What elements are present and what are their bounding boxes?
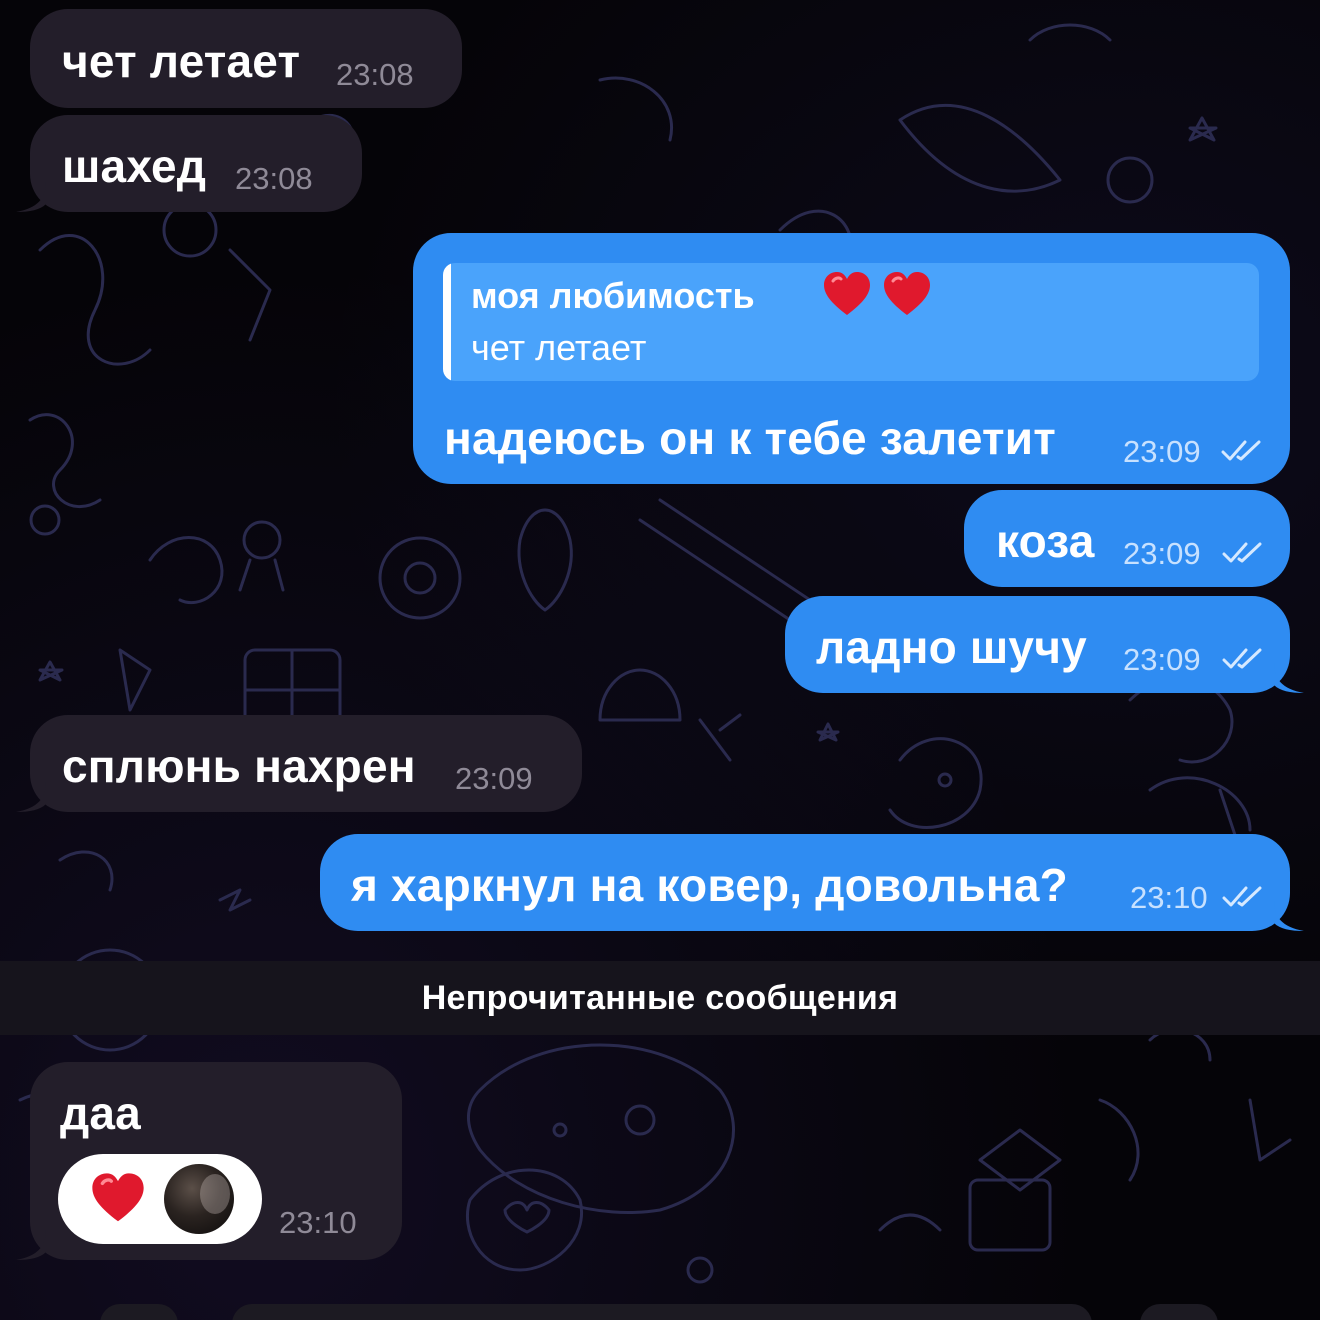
reply-quote[interactable]: моя любимость чет летает — [443, 263, 1259, 381]
double-check-read-icon — [1222, 648, 1262, 669]
double-check-read-icon — [1221, 440, 1261, 461]
message-text: ладно шучу — [816, 621, 1087, 673]
message-text: я харкнул на ковер, довольна? — [351, 859, 1068, 911]
message-bubble-outgoing[interactable]: коза 23:09 — [964, 490, 1290, 587]
message-text: надеюсь он к тебе залетит — [444, 412, 1056, 464]
message-time: 23:08 — [336, 57, 414, 92]
message-bubble-outgoing[interactable]: моя любимость чет летает надеюсь он к те… — [413, 233, 1290, 484]
red-heart-emoji-icon — [884, 272, 930, 315]
unread-messages-label: Непрочитанные сообщения — [421, 979, 899, 1017]
message-time: 23:09 — [1123, 434, 1201, 469]
bubble-tail-icon — [16, 1230, 46, 1260]
message-bubble-outgoing[interactable]: я харкнул на ковер, довольна? 23:10 — [320, 834, 1304, 931]
message-time: 23:09 — [1123, 642, 1201, 677]
red-heart-emoji-icon — [824, 272, 870, 315]
reaction-pill[interactable] — [58, 1154, 262, 1244]
reply-quote-bar — [443, 263, 451, 381]
message-text: коза — [996, 515, 1095, 567]
reply-text: чет летает — [471, 327, 647, 368]
double-check-read-icon — [1222, 886, 1262, 907]
bubble-tail-icon — [1274, 901, 1304, 931]
message-bubble-incoming[interactable]: чет летает 23:08 — [30, 9, 462, 108]
message-time: 23:08 — [235, 161, 313, 196]
message-text: даа — [60, 1087, 141, 1139]
red-heart-emoji-icon — [92, 1173, 144, 1222]
unread-messages-divider: Непрочитанные сообщения — [0, 961, 1320, 1035]
message-text: сплюнь нахрен — [62, 740, 416, 792]
message-input-field[interactable] — [232, 1304, 1092, 1320]
bubble-tail-icon — [16, 182, 46, 212]
chat-screen: чет летает 23:08 шахед 23:08 моя любимос… — [0, 0, 1320, 1320]
message-time: 23:09 — [1123, 536, 1201, 571]
bubble-tail-icon — [1274, 663, 1304, 693]
message-text: чет летает — [62, 35, 301, 87]
message-bubble-outgoing[interactable]: ладно шучу 23:09 — [785, 596, 1304, 693]
bubble-tail-icon — [16, 782, 46, 812]
reactor-avatar[interactable] — [164, 1164, 234, 1234]
attach-button[interactable] — [100, 1304, 178, 1320]
message-time: 23:10 — [279, 1205, 357, 1240]
message-text: шахед — [62, 140, 207, 192]
message-bubble-incoming[interactable]: сплюнь нахрен 23:09 — [16, 715, 582, 812]
double-check-read-icon — [1222, 542, 1262, 563]
message-bubble-incoming[interactable]: даа 23:10 — [16, 1062, 402, 1260]
voice-message-button[interactable] — [1140, 1304, 1218, 1320]
message-time: 23:09 — [455, 761, 533, 796]
message-bubble-incoming[interactable]: шахед 23:08 — [16, 115, 362, 212]
message-time: 23:10 — [1130, 880, 1208, 915]
reply-sender-name: моя любимость — [471, 275, 755, 316]
